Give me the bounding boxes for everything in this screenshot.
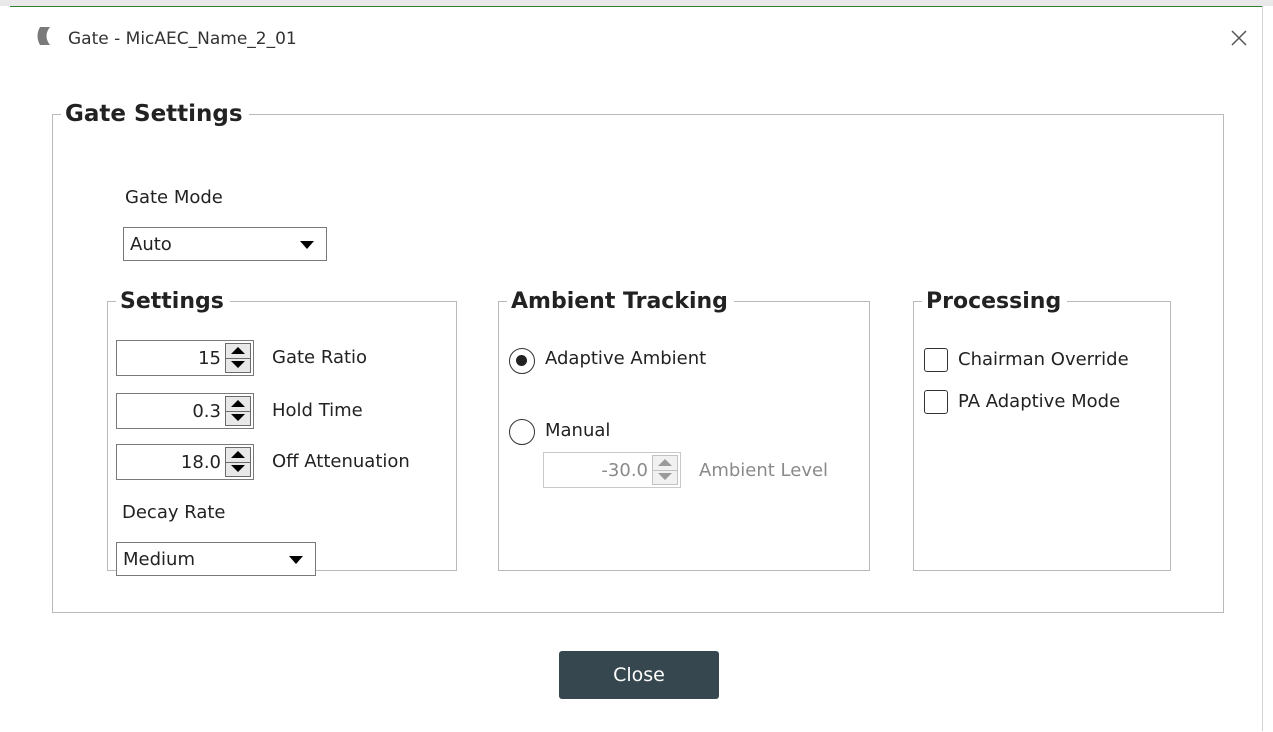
pa-adaptive-mode-checkbox[interactable]: [924, 390, 948, 414]
adaptive-ambient-radio[interactable]: [509, 348, 535, 374]
settings-legend: Settings: [120, 289, 224, 314]
gate-mode-dropdown[interactable]: Auto: [123, 227, 327, 261]
gate-settings-legend: Gate Settings: [65, 101, 243, 127]
off-attenuation-label: Off Attenuation: [272, 451, 410, 472]
processing-legend: Processing: [926, 289, 1062, 314]
window-title: Gate - MicAEC_Name_2_01: [68, 29, 297, 49]
spinner-buttons: [225, 396, 251, 426]
close-x-icon[interactable]: [1224, 23, 1254, 53]
ambient-tracking-legend: Ambient Tracking: [511, 289, 728, 314]
arrow-down-icon: [658, 473, 672, 480]
spinner-down-button[interactable]: [226, 462, 250, 476]
window-right-edge: [1262, 6, 1273, 731]
spinner-up-button[interactable]: [226, 397, 250, 412]
gate-ratio-spinner[interactable]: 15: [116, 340, 254, 376]
dropdown-arrow-icon: [289, 556, 303, 564]
gate-ratio-value: 15: [198, 348, 221, 369]
off-attenuation-spinner[interactable]: 18.0: [116, 444, 254, 480]
adaptive-ambient-label[interactable]: Adaptive Ambient: [545, 348, 706, 369]
spinner-up-button[interactable]: [226, 448, 250, 463]
chairman-override-label[interactable]: Chairman Override: [958, 349, 1129, 370]
hold-time-spinner[interactable]: 0.3: [116, 393, 254, 429]
arrow-up-icon: [658, 459, 672, 466]
close-button[interactable]: Close: [559, 651, 719, 699]
hold-time-label: Hold Time: [272, 400, 363, 421]
arrow-up-icon: [231, 400, 245, 407]
manual-radio[interactable]: [509, 419, 535, 445]
spinner-down-button[interactable]: [653, 470, 677, 484]
spinner-buttons: [225, 343, 251, 373]
spinner-up-button[interactable]: [226, 344, 250, 359]
dropdown-arrow-icon: [300, 241, 314, 249]
gate-mode-label: Gate Mode: [125, 187, 223, 208]
arrow-down-icon: [231, 361, 245, 368]
arrow-down-icon: [231, 465, 245, 472]
spinner-buttons: [225, 447, 251, 477]
spinner-down-button[interactable]: [226, 358, 250, 372]
arrow-up-icon: [231, 451, 245, 458]
processing-group: Processing Chairman Override PA Adaptive…: [913, 289, 1171, 571]
gate-dialog: Gate - MicAEC_Name_2_01 Gate Settings Ga…: [10, 6, 1262, 732]
decay-rate-label: Decay Rate: [122, 502, 226, 523]
ambient-tracking-group: Ambient Tracking Adaptive Ambient Manual…: [498, 289, 870, 571]
arrow-down-icon: [231, 414, 245, 421]
ambient-level-spinner[interactable]: -30.0: [543, 452, 681, 488]
manual-label[interactable]: Manual: [545, 420, 610, 441]
decay-rate-dropdown[interactable]: Medium: [116, 542, 316, 576]
spinner-down-button[interactable]: [226, 411, 250, 425]
gate-ratio-label: Gate Ratio: [272, 347, 368, 368]
ambient-level-label: Ambient Level: [699, 460, 829, 481]
spinner-buttons: [652, 455, 678, 485]
gate-settings-group: Gate Settings Gate Mode Auto Settings 15…: [52, 101, 1224, 613]
spinner-up-button[interactable]: [653, 456, 677, 471]
ambient-level-value: -30.0: [601, 460, 648, 481]
chairman-override-checkbox[interactable]: [924, 348, 948, 372]
gate-mode-value: Auto: [130, 234, 172, 255]
arrow-up-icon: [231, 347, 245, 354]
off-attenuation-value: 18.0: [180, 452, 221, 473]
crescent-logo-icon: [37, 27, 50, 45]
settings-group: Settings 15 Gate Ratio 0.3 Hold Time 18.…: [107, 289, 457, 576]
hold-time-value: 0.3: [192, 401, 221, 422]
decay-rate-value: Medium: [123, 549, 195, 570]
pa-adaptive-mode-label[interactable]: PA Adaptive Mode: [958, 391, 1120, 412]
title-bar: Gate - MicAEC_Name_2_01: [10, 7, 1262, 69]
